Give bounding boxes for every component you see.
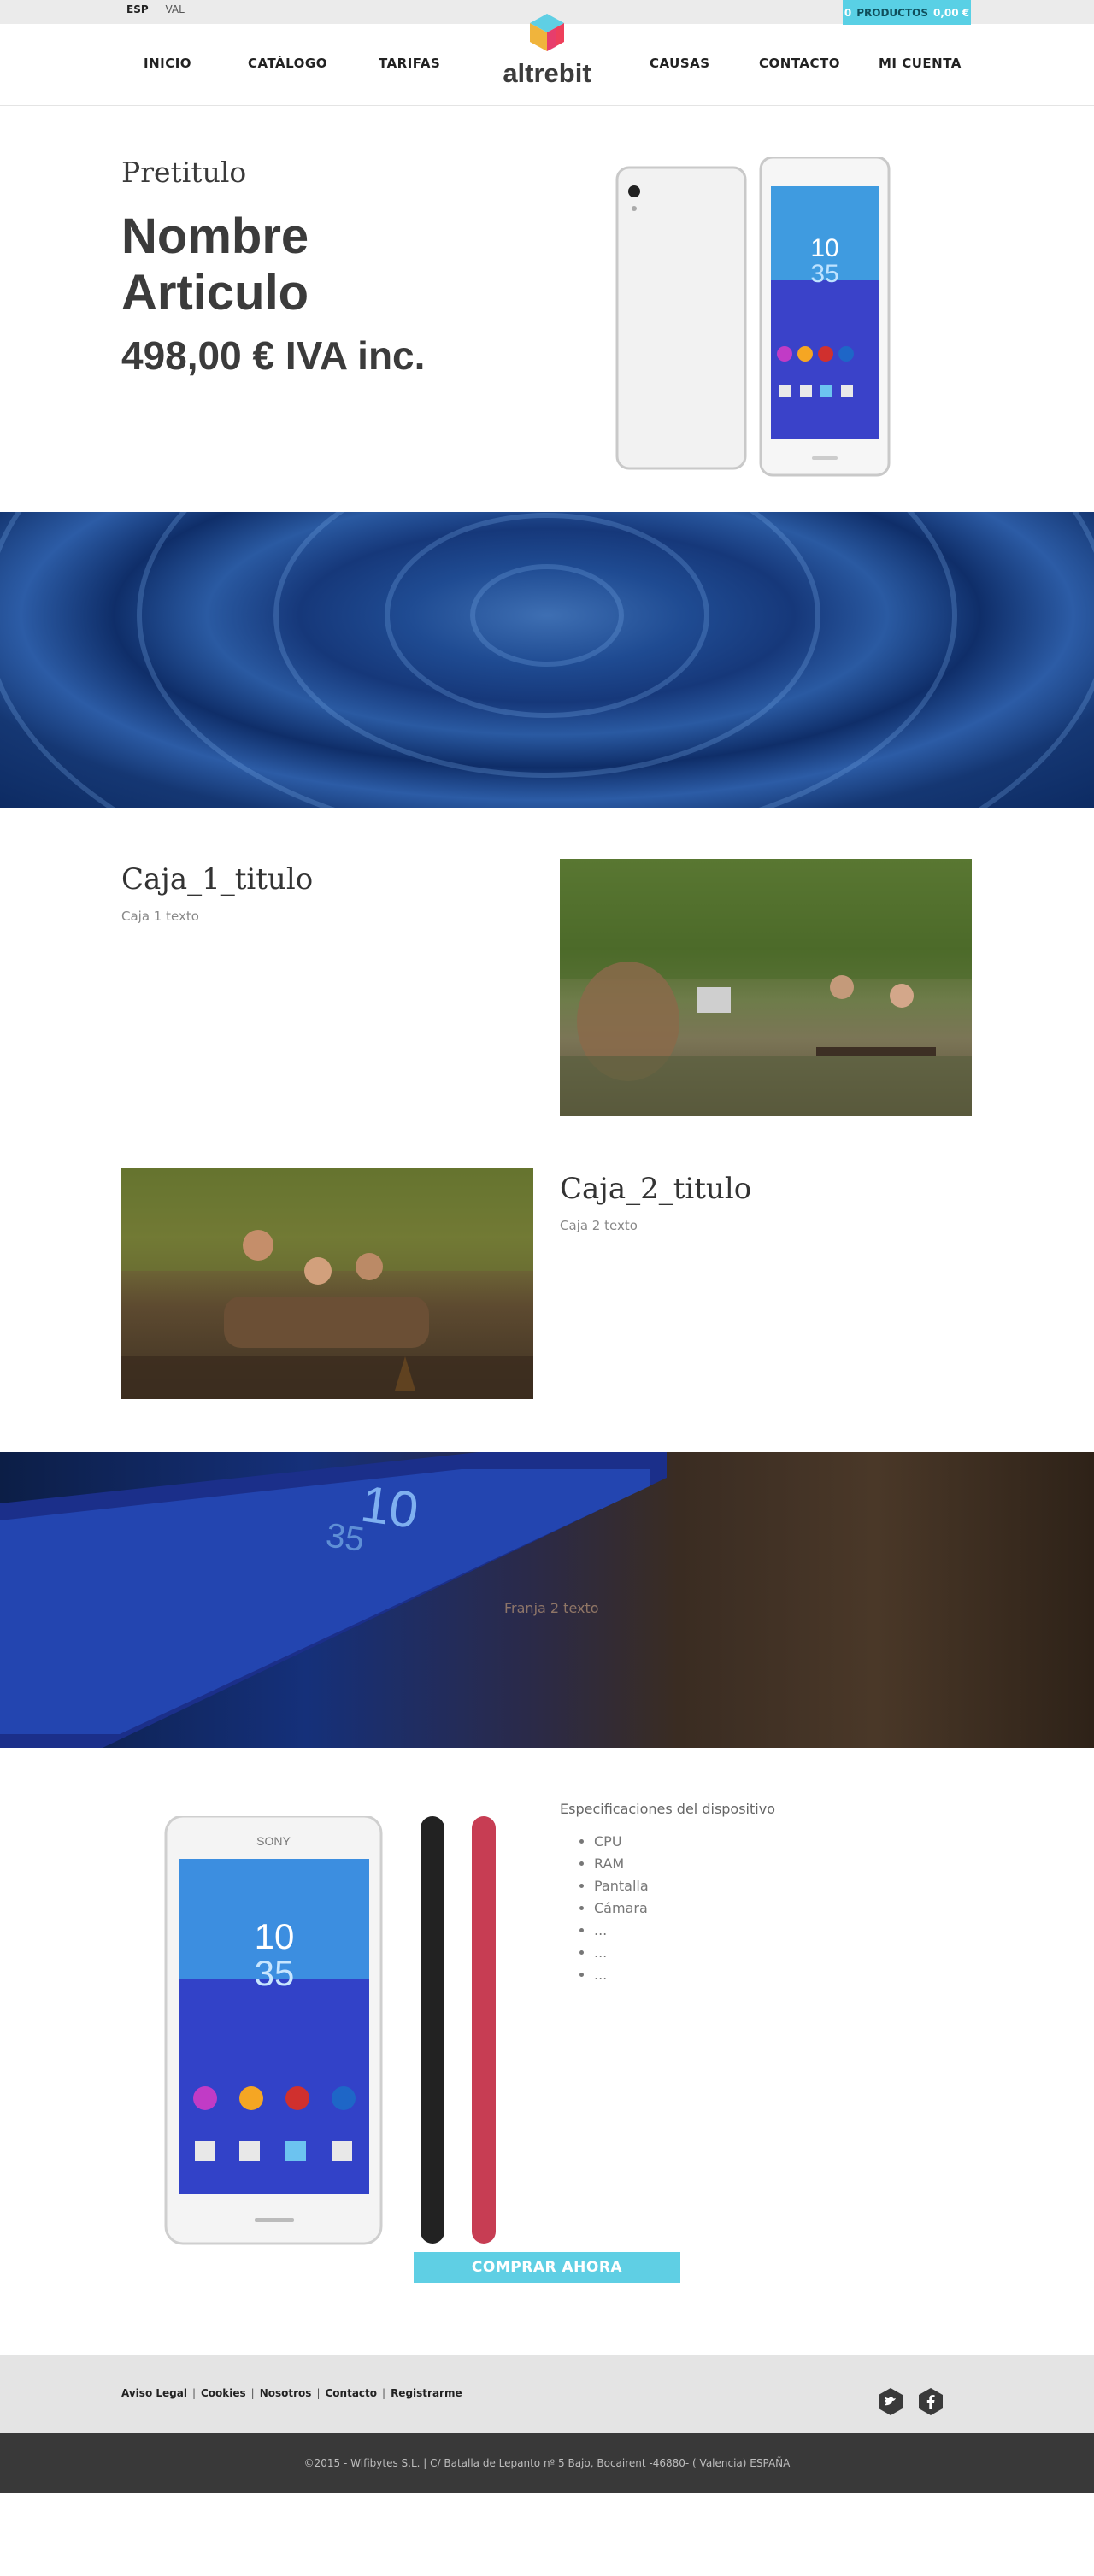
footer-link-registrarme[interactable]: Registrarme xyxy=(391,2387,462,2399)
main-header: INICIO CATÁLOGO TARIFAS altrebit CAUSAS … xyxy=(0,14,1094,106)
lang-val[interactable]: VAL xyxy=(165,3,184,15)
cart-count: 0 xyxy=(844,6,852,19)
specs-screen-hour: 10 xyxy=(255,1916,295,1956)
spec-item: RAM xyxy=(594,1853,649,1875)
cart-label: PRODUCTOS xyxy=(856,6,928,19)
spec-item: ... xyxy=(594,1920,649,1942)
product-name: Nombre Articulo xyxy=(121,209,309,321)
twitter-icon[interactable] xyxy=(876,2387,905,2416)
banner-screen-minute: 35 xyxy=(324,1516,367,1559)
logo-text: altrebit xyxy=(503,58,591,88)
buy-section: COMPRAR AHORA xyxy=(0,2141,1094,2355)
hero-screen-minute: 35 xyxy=(810,260,838,288)
cart-total: 0,00 € xyxy=(933,6,970,19)
specs-title: Especificaciones del dispositivo xyxy=(560,1801,775,1817)
box-1-image xyxy=(560,859,972,1116)
specs-phone-brand: SONY xyxy=(256,1834,291,1848)
spec-item: ... xyxy=(594,1964,649,1986)
spec-item: Pantalla xyxy=(594,1875,649,1897)
lang-esp[interactable]: ESP xyxy=(126,3,149,15)
specs-screen-minute: 35 xyxy=(255,1953,295,1993)
nav-mi-cuenta[interactable]: MI CUENTA xyxy=(879,56,962,71)
nav-tarifas[interactable]: TARIFAS xyxy=(379,56,440,71)
logo-cube-icon xyxy=(530,14,564,51)
water-banner xyxy=(0,512,1094,808)
product-pretitle: Pretitulo xyxy=(121,156,247,189)
copyright-text: ©2015 - Wifibytes S.L. | C/ Batalla de L… xyxy=(303,2457,791,2469)
product-hero: Pretitulo Nombre Articulo 498,00 € IVA i… xyxy=(0,106,1094,512)
box-1-text: Caja 1 texto xyxy=(121,909,199,924)
specs-list: CPU RAM Pantalla Cámara ... ... ... xyxy=(594,1831,649,1986)
footer: Aviso Legal | Cookies | Nosotros | Contacto | Re… xyxy=(0,2355,1094,2433)
product-price: 498,00 € IVA inc. xyxy=(121,333,426,378)
footer-links: Aviso Legal | Cookies | Nosotros | Contacto | Re… xyxy=(121,2387,462,2399)
spec-item: CPU xyxy=(594,1831,649,1853)
specs-section: SONY 10 35 Especificaciones del disposit… xyxy=(0,1748,1094,2245)
banner-text: Franja 2 texto xyxy=(504,1600,599,1616)
banner-screen-hour: 10 xyxy=(357,1475,421,1540)
facebook-icon[interactable] xyxy=(916,2387,945,2416)
nav-catalogo[interactable]: CATÁLOGO xyxy=(248,56,327,71)
box-2-text: Caja 2 texto xyxy=(560,1218,638,1233)
nav-contacto[interactable]: CONTACTO xyxy=(759,56,840,71)
box-1-title: Caja_1_titulo xyxy=(121,862,314,897)
cart-button[interactable]: 0 PRODUCTOS 0,00 € xyxy=(843,0,971,25)
footer-link-cookies[interactable]: Cookies xyxy=(201,2387,246,2399)
hero-screen-hour: 10 xyxy=(810,234,838,262)
footer-link-nosotros[interactable]: Nosotros xyxy=(260,2387,312,2399)
copyright-bar: ©2015 - Wifibytes S.L. | C/ Batalla de L… xyxy=(0,2433,1094,2493)
footer-link-contacto[interactable]: Contacto xyxy=(325,2387,377,2399)
phone-banner: 10 35 Franja 2 texto xyxy=(0,1452,1094,1748)
spec-item: Cámara xyxy=(594,1897,649,1920)
nav-causas[interactable]: CAUSAS xyxy=(650,56,710,71)
site-logo[interactable]: altrebit xyxy=(489,9,605,87)
nav-inicio[interactable]: INICIO xyxy=(144,56,191,71)
content-boxes: Caja_1_titulo Caja 1 texto Caja_2_titulo… xyxy=(0,808,1094,1452)
language-switcher: ESP VAL xyxy=(126,3,198,15)
buy-now-button[interactable]: COMPRAR AHORA xyxy=(414,2252,680,2283)
footer-link-aviso-legal[interactable]: Aviso Legal xyxy=(121,2387,187,2399)
hero-phone-image: 10 35 xyxy=(615,157,891,477)
box-2-image xyxy=(121,1168,533,1399)
spec-item: ... xyxy=(594,1942,649,1964)
box-2-title: Caja_2_titulo xyxy=(560,1172,752,1206)
